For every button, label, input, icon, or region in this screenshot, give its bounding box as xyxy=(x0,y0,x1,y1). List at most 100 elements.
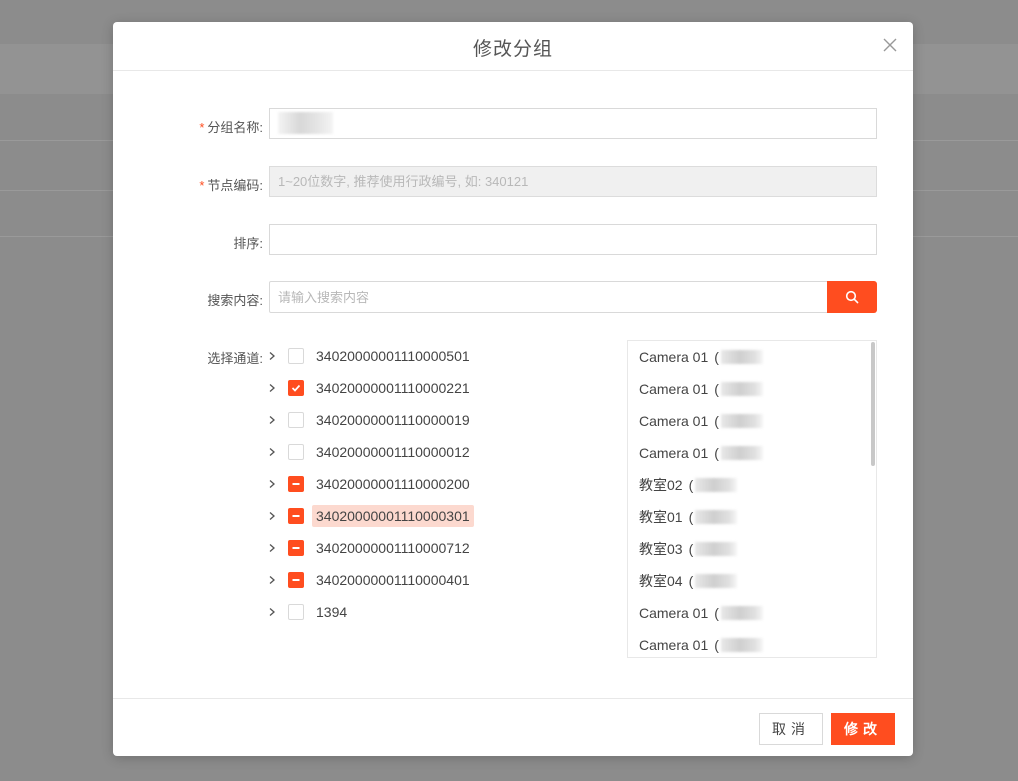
tree-node-label[interactable]: 34020000001110000221 xyxy=(312,377,474,399)
close-button[interactable] xyxy=(881,36,899,54)
group-name-input[interactable] xyxy=(269,108,877,139)
check-icon xyxy=(291,384,301,392)
channel-paren: ( xyxy=(714,445,719,461)
group-name-label: * 分组名称: xyxy=(199,120,263,135)
minus-icon xyxy=(292,483,300,485)
channel-name: 教室01 xyxy=(639,509,683,525)
redacted-value xyxy=(695,574,738,588)
chevron-right-icon[interactable] xyxy=(268,415,278,425)
chevron-right-icon[interactable] xyxy=(268,543,278,553)
required-mark: * xyxy=(199,178,205,193)
list-item[interactable]: Camera 01 ( xyxy=(628,341,876,373)
tree-node-label[interactable]: 34020000001110000301 xyxy=(312,505,474,527)
channel-name: Camera 01 xyxy=(639,349,709,365)
tree-node-checkbox[interactable] xyxy=(288,604,304,620)
tree-node-checkbox[interactable] xyxy=(288,380,304,396)
list-item[interactable]: Camera 01 ( xyxy=(628,373,876,405)
sort-input[interactable] xyxy=(269,224,877,255)
channel-name: 教室03 xyxy=(639,541,683,557)
tree-node[interactable]: 34020000001110000200 xyxy=(268,468,608,500)
list-item[interactable]: 教室04 ( xyxy=(628,565,876,597)
channel-name: Camera 01 xyxy=(639,445,709,461)
channel-paren: ( xyxy=(714,349,719,365)
chevron-right-icon[interactable] xyxy=(268,351,278,361)
sort-label: 排序: xyxy=(233,236,263,251)
channel-list[interactable]: Camera 01 ( Camera 01 ( Camera 01 ( Camera 01 (… xyxy=(627,340,877,658)
channel-paren: ( xyxy=(688,509,694,525)
tree-node[interactable]: 34020000001110000019 xyxy=(268,404,608,436)
redacted-value xyxy=(278,112,333,134)
tree-node[interactable]: 34020000001110000712 xyxy=(268,532,608,564)
list-item[interactable]: 教室01 ( xyxy=(628,501,876,533)
search-icon xyxy=(845,290,859,304)
select-channel-label: 选择通道: xyxy=(207,351,263,366)
tree-node-checkbox[interactable] xyxy=(288,476,304,492)
list-item[interactable]: 教室03 ( xyxy=(628,533,876,565)
list-item[interactable]: Camera 01 ( xyxy=(628,437,876,469)
redacted-value xyxy=(720,606,763,620)
chevron-right-icon[interactable] xyxy=(268,575,278,585)
channel-tree: 34020000001110000501 34020000001110000221… xyxy=(268,340,608,628)
tree-node[interactable]: 34020000001110000501 xyxy=(268,340,608,372)
channel-paren: ( xyxy=(714,605,719,621)
tree-node[interactable]: 34020000001110000012 xyxy=(268,436,608,468)
list-item[interactable]: 教室02 ( xyxy=(628,469,876,501)
tree-node[interactable]: 1394 xyxy=(268,596,608,628)
node-code-label: * 节点编码: xyxy=(199,178,263,193)
chevron-right-icon[interactable] xyxy=(268,383,278,393)
tree-node-label[interactable]: 34020000001110000401 xyxy=(312,569,474,591)
chevron-right-icon[interactable] xyxy=(268,447,278,457)
channel-paren: ( xyxy=(714,637,719,653)
tree-node-label[interactable]: 34020000001110000501 xyxy=(312,345,474,367)
tree-node[interactable]: 34020000001110000301 xyxy=(268,500,608,532)
dialog-title: 修改分组 xyxy=(472,39,553,60)
required-mark: * xyxy=(199,120,205,135)
channel-name: Camera 01 xyxy=(639,381,709,397)
channel-name: Camera 01 xyxy=(639,413,709,429)
channel-paren: ( xyxy=(688,541,694,557)
tree-node-label[interactable]: 1394 xyxy=(312,601,351,623)
cancel-button[interactable]: 取消 xyxy=(759,713,823,745)
tree-node-label[interactable]: 34020000001110000200 xyxy=(312,473,474,495)
close-icon xyxy=(883,38,897,52)
tree-node-label[interactable]: 34020000001110000019 xyxy=(312,409,474,431)
channel-paren: ( xyxy=(688,477,694,493)
redacted-value xyxy=(720,382,763,396)
redacted-value xyxy=(695,510,738,524)
channel-name: Camera 01 xyxy=(639,637,709,653)
tree-node-label[interactable]: 34020000001110000012 xyxy=(312,441,474,463)
channel-name: 教室02 xyxy=(639,477,683,493)
channel-paren: ( xyxy=(688,573,694,589)
tree-node-checkbox[interactable] xyxy=(288,572,304,588)
list-item[interactable]: Camera 01 ( xyxy=(628,405,876,437)
redacted-value xyxy=(720,414,763,428)
node-code-input[interactable] xyxy=(269,166,877,197)
tree-node-checkbox[interactable] xyxy=(288,412,304,428)
tree-node-checkbox[interactable] xyxy=(288,540,304,556)
channel-paren: ( xyxy=(714,413,719,429)
chevron-right-icon[interactable] xyxy=(268,511,278,521)
tree-node-checkbox[interactable] xyxy=(288,444,304,460)
edit-group-dialog: 修改分组 *分组名称: *节点编码: 排序: 搜索内容: 选择通道: 34020… xyxy=(113,22,913,756)
modify-button[interactable]: 修改 xyxy=(831,713,895,745)
redacted-value xyxy=(695,542,738,556)
list-item[interactable]: Camera 01 ( xyxy=(628,629,876,657)
search-button[interactable] xyxy=(827,281,877,313)
tree-node[interactable]: 34020000001110000401 xyxy=(268,564,608,596)
list-scrollbar[interactable] xyxy=(871,342,875,466)
channel-paren: ( xyxy=(714,381,719,397)
list-item[interactable]: Camera 01 ( xyxy=(628,597,876,629)
tree-node-label[interactable]: 34020000001110000712 xyxy=(312,537,474,559)
chevron-right-icon[interactable] xyxy=(268,607,278,617)
redacted-value xyxy=(720,350,763,364)
chevron-right-icon[interactable] xyxy=(268,479,278,489)
tree-node[interactable]: 34020000001110000221 xyxy=(268,372,608,404)
search-input[interactable] xyxy=(269,281,828,313)
channel-name: 教室04 xyxy=(639,573,683,589)
tree-node-checkbox[interactable] xyxy=(288,348,304,364)
redacted-value xyxy=(695,478,738,492)
minus-icon xyxy=(292,547,300,549)
tree-node-checkbox[interactable] xyxy=(288,508,304,524)
redacted-value xyxy=(720,638,763,652)
minus-icon xyxy=(292,515,300,517)
